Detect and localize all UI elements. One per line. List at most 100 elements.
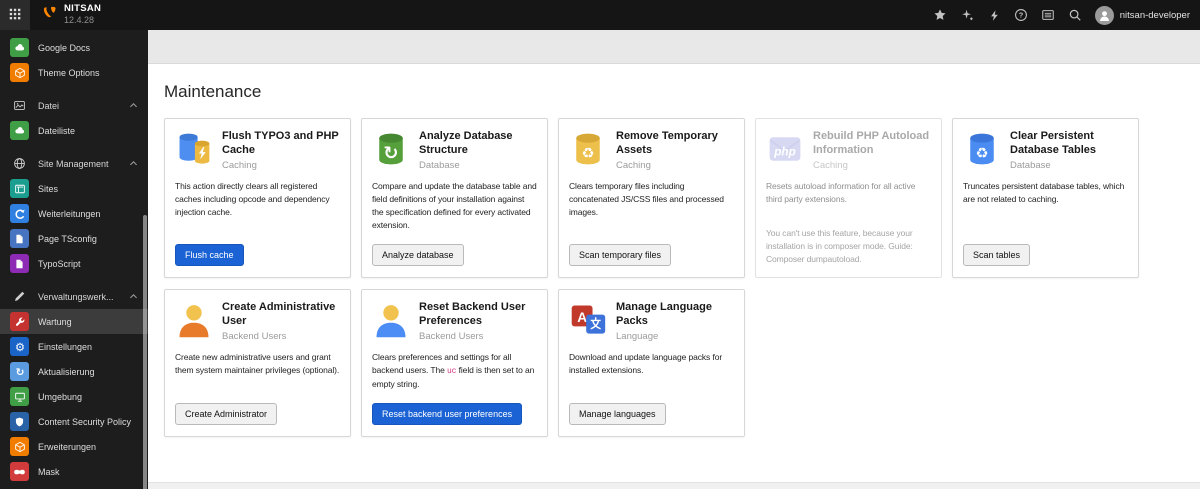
maintenance-cards: Flush TYPO3 and PHP Cache Caching This a… <box>164 118 1184 438</box>
manage-languages-button[interactable]: Manage languages <box>569 403 666 426</box>
card-subtitle: Caching <box>616 159 651 171</box>
sidebar-label: Sites <box>38 183 59 194</box>
flush-cache-button[interactable]: Flush cache <box>175 244 244 267</box>
brand: NITSAN 12.4.28 <box>42 3 101 26</box>
card-description: This action directly clears all register… <box>175 180 330 217</box>
typo3-backend: NITSAN 12.4.28 ? nitsan-developer Google… <box>0 0 1200 489</box>
card-description: Resets autoload information for all acti… <box>766 180 916 204</box>
list-icon[interactable] <box>1035 0 1062 30</box>
card-title: Remove Temporary Assets <box>616 130 718 156</box>
sidebar-item-umgebung[interactable]: Umgebung <box>0 384 148 409</box>
card-clear-persistent-tables: ♻ Clear Persistent Database Tables Datab… <box>952 118 1139 279</box>
wrench-icon <box>10 312 29 331</box>
redirect-icon <box>10 204 29 223</box>
sidebar-item-aktualisierung[interactable]: ↻ Aktualisierung <box>0 359 148 384</box>
maintenance-module: Maintenance Flush TYPO3 and PHP Cache Ca… <box>148 64 1200 489</box>
card-subtitle: Database <box>1010 159 1051 171</box>
card-manage-language-packs: A Manage Language Packs Language Downloa… <box>558 289 745 438</box>
monitor-icon <box>10 387 29 406</box>
recycle-cylinder-blue-icon: ♻ <box>963 130 1001 168</box>
grid-icon <box>8 7 22 24</box>
cube-icon <box>10 437 29 456</box>
card-title: Manage Language Packs <box>616 301 712 327</box>
shield-icon <box>10 412 29 431</box>
sidebar-label: Google Docs <box>38 42 91 53</box>
sidebar-item-theme-options[interactable]: Theme Options <box>0 60 148 85</box>
card-create-admin-user: Create Administrative User Backend Users… <box>164 289 351 438</box>
card-disabled-note: You can't use this feature, because your… <box>766 227 913 265</box>
card-description: Download and update language packs for i… <box>569 351 723 375</box>
language-packs-icon: A <box>569 301 607 339</box>
username: nitsan-developer <box>1119 9 1190 21</box>
typo3-logo <box>42 5 57 25</box>
cube-icon <box>10 63 29 82</box>
sidebar-item-typoscript[interactable]: TypoScript <box>0 251 148 276</box>
sidebar-section-site-management[interactable]: Site Management <box>0 151 148 176</box>
sidebar-item-weiterleitungen[interactable]: Weiterleitungen <box>0 201 148 226</box>
sidebar-label: Datei <box>38 100 60 111</box>
globe-icon <box>10 157 29 170</box>
layout-icon <box>10 179 29 198</box>
chevron-up-icon <box>128 291 139 302</box>
sidebar-section-verwaltungswerk[interactable]: Verwaltungswerk... <box>0 284 148 309</box>
star-icon[interactable] <box>927 0 954 30</box>
sidebar-label: Einstellungen <box>38 341 93 352</box>
scan-tables-button[interactable]: Scan tables <box>963 244 1031 267</box>
sidebar-scrollbar[interactable] <box>143 215 147 489</box>
sidebar-item-dateiliste[interactable]: Dateiliste <box>0 118 148 143</box>
card-description: Create new administrative users and gran… <box>175 351 340 375</box>
sidebar-label: Aktualisierung <box>38 366 95 377</box>
document-icon <box>10 254 29 273</box>
sidebar-label: Erweiterungen <box>38 441 97 452</box>
horizontal-scrollbar[interactable] <box>148 482 1200 489</box>
card-title: Reset Backend User Preferences <box>419 301 526 327</box>
sidebar-label: Site Management <box>38 158 109 169</box>
sidebar-item-mask[interactable]: Mask <box>0 459 148 484</box>
user-menu[interactable]: nitsan-developer <box>1094 5 1190 25</box>
sidebar-item-einstellungen[interactable]: ⚙ Einstellungen <box>0 334 148 359</box>
card-title: Analyze Database Structure <box>419 130 513 156</box>
reset-backend-user-preferences-button[interactable]: Reset backend user preferences <box>372 403 523 426</box>
card-remove-temporary-assets: ♻ Remove Temporary Assets Caching Clears… <box>558 118 745 279</box>
card-title: Flush TYPO3 and PHP Cache <box>222 130 339 156</box>
svg-text:A: A <box>577 310 587 325</box>
sidebar-item-page-tsconfig[interactable]: Page TSconfig <box>0 226 148 251</box>
bolt-icon[interactable] <box>981 0 1008 30</box>
sidebar-label: Verwaltungswerk... <box>38 291 114 302</box>
content-area: Maintenance Flush TYPO3 and PHP Cache Ca… <box>148 30 1200 489</box>
module-menu-toggle-button[interactable] <box>0 0 30 30</box>
recycle-cylinder-yellow-icon: ♻ <box>569 130 607 168</box>
page-title: Maintenance <box>164 82 262 101</box>
sidebar-label: Page TSconfig <box>38 233 97 244</box>
scan-temporary-files-button[interactable]: Scan temporary files <box>569 244 672 267</box>
topbar-toolbar: ? nitsan-developer <box>927 0 1200 30</box>
card-reset-backend-user-preferences: Reset Backend User Preferences Backend U… <box>361 289 548 438</box>
sidebar-item-wartung[interactable]: Wartung <box>0 309 148 334</box>
chevron-up-icon <box>128 100 139 111</box>
sidebar-label: Content Security Policy <box>38 416 132 427</box>
svg-text:↻: ↻ <box>15 366 24 378</box>
sidebar-item-sites[interactable]: Sites <box>0 176 148 201</box>
sidebar-item-erweiterungen[interactable]: Erweiterungen <box>0 434 148 459</box>
card-rebuild-php-autoload: php Rebuild PHP Autoload Information Cac… <box>755 118 942 279</box>
avatar <box>1094 5 1114 25</box>
card-subtitle: Caching <box>222 159 257 171</box>
search-icon[interactable] <box>1062 0 1089 30</box>
help-icon[interactable]: ? <box>1008 0 1035 30</box>
analyze-database-button[interactable]: Analyze database <box>372 244 464 267</box>
create-administrator-button[interactable]: Create Administrator <box>175 403 278 426</box>
sidebar-section-datei[interactable]: Datei <box>0 93 148 118</box>
image-icon <box>10 99 29 112</box>
sparkle-icon[interactable] <box>954 0 981 30</box>
cloud-icon <box>10 121 29 140</box>
card-title: Create Administrative User <box>222 301 336 327</box>
backend-user-icon <box>372 301 410 339</box>
card-description: Clears temporary files including concate… <box>569 180 724 217</box>
svg-text:↻: ↻ <box>383 143 398 164</box>
product-version: 12.4.28 <box>64 15 95 26</box>
sidebar-label: TypoScript <box>38 258 81 269</box>
sidebar-item-google-docs[interactable]: Google Docs <box>0 35 148 60</box>
sidebar-item-content-security-policy[interactable]: Content Security Policy <box>0 409 148 434</box>
svg-text:php: php <box>773 145 796 158</box>
card-description: Clears preferences and settings for all … <box>372 351 537 392</box>
